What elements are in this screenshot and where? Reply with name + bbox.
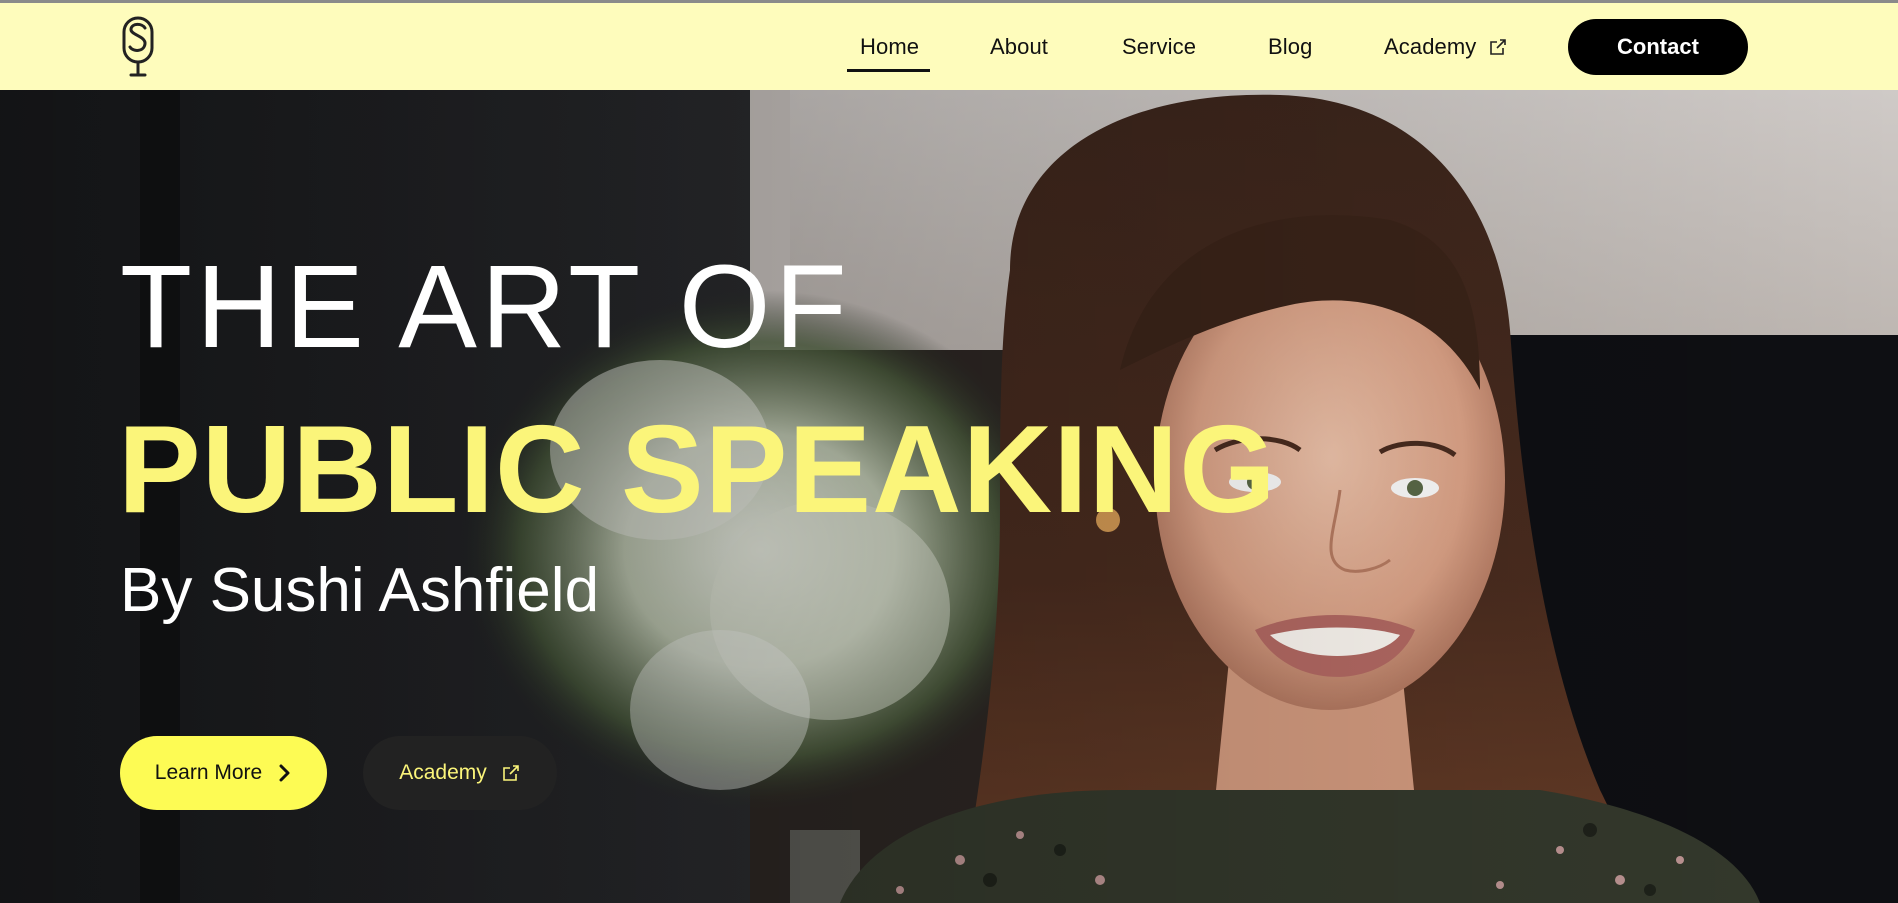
nav-item-service[interactable]: Service <box>1122 3 1196 90</box>
nav-item-home[interactable]: Home <box>860 3 919 90</box>
contact-button[interactable]: Contact <box>1568 19 1748 75</box>
academy-button[interactable]: Academy <box>363 736 557 810</box>
chevron-right-icon <box>276 764 292 782</box>
hero-title-line-1: THE ART OF <box>120 241 851 373</box>
nav-item-academy-label: Academy <box>1384 33 1477 59</box>
microphone-logo-icon[interactable] <box>118 16 158 80</box>
learn-more-button[interactable]: Learn More <box>120 736 327 810</box>
nav-item-blog[interactable]: Blog <box>1268 3 1312 90</box>
hero-byline: By Sushi Ashfield <box>120 556 600 625</box>
nav-item-about[interactable]: About <box>990 3 1048 90</box>
hero-title-line-2: PUBLIC SPEAKING <box>118 401 1277 539</box>
learn-more-label: Learn More <box>154 761 263 784</box>
nav-item-academy[interactable]: Academy <box>1384 3 1508 90</box>
academy-button-label: Academy <box>399 761 487 784</box>
site-navbar: Home About Service Blog Academy Contact <box>0 3 1898 90</box>
external-link-icon <box>501 763 521 783</box>
nav-active-indicator <box>847 69 930 72</box>
hero-section: THE ART OF PUBLIC SPEAKING By Sushi Ashf… <box>0 90 1898 903</box>
external-link-icon <box>1488 37 1508 57</box>
